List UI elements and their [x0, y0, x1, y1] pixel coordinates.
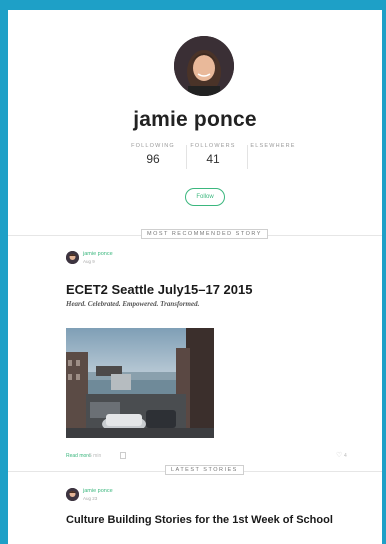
recommend-count: 4 — [344, 453, 347, 459]
stat-following-label: FOLLOWING — [131, 143, 175, 149]
profile-name: jamie ponce — [133, 108, 257, 131]
story-date: Aug 23 — [83, 496, 98, 501]
stat-elsewhere-label: ELSEWHERE — [250, 143, 296, 149]
section-label-latest: LATEST STORIES — [165, 465, 244, 475]
stat-followers-label: FOLLOWERS — [190, 143, 236, 149]
profile-stats: FOLLOWING 96 FOLLOWERS 41 ELSEWHERE — [123, 143, 303, 179]
author-avatar[interactable] — [66, 488, 79, 501]
stat-followers-value: 41 — [206, 152, 220, 166]
story-author[interactable]: jamie ponce — [83, 488, 113, 494]
story-title[interactable]: ECET2 Seattle July15–17 2015 — [66, 282, 252, 297]
profile-page: jamie ponce FOLLOWING 96 FOLLOWERS 41 EL… — [8, 10, 382, 544]
stat-following[interactable]: FOLLOWING 96 — [125, 143, 181, 166]
stat-elsewhere[interactable]: ELSEWHERE — [245, 143, 301, 152]
story-subtitle: Heard. Celebrated. Empowered. Transforme… — [66, 300, 200, 308]
read-time: 5 min — [89, 453, 102, 459]
section-label-recommended: MOST RECOMMENDED STORY — [141, 229, 268, 239]
profile-avatar[interactable] — [174, 36, 234, 96]
bookmark-icon[interactable] — [120, 452, 126, 459]
author-avatar[interactable] — [66, 251, 79, 264]
stat-following-value: 96 — [146, 152, 160, 166]
story-date: Aug 9 — [83, 259, 95, 264]
story-image[interactable] — [66, 328, 214, 438]
heart-icon[interactable]: ♡ — [336, 451, 342, 459]
follow-button[interactable]: Follow — [185, 188, 225, 206]
story-title[interactable]: Culture Building Stories for the 1st Wee… — [66, 514, 366, 527]
story-author[interactable]: jamie ponce — [83, 251, 113, 257]
read-more-link[interactable]: Read more — [66, 453, 91, 459]
stat-followers[interactable]: FOLLOWERS 41 — [185, 143, 241, 166]
